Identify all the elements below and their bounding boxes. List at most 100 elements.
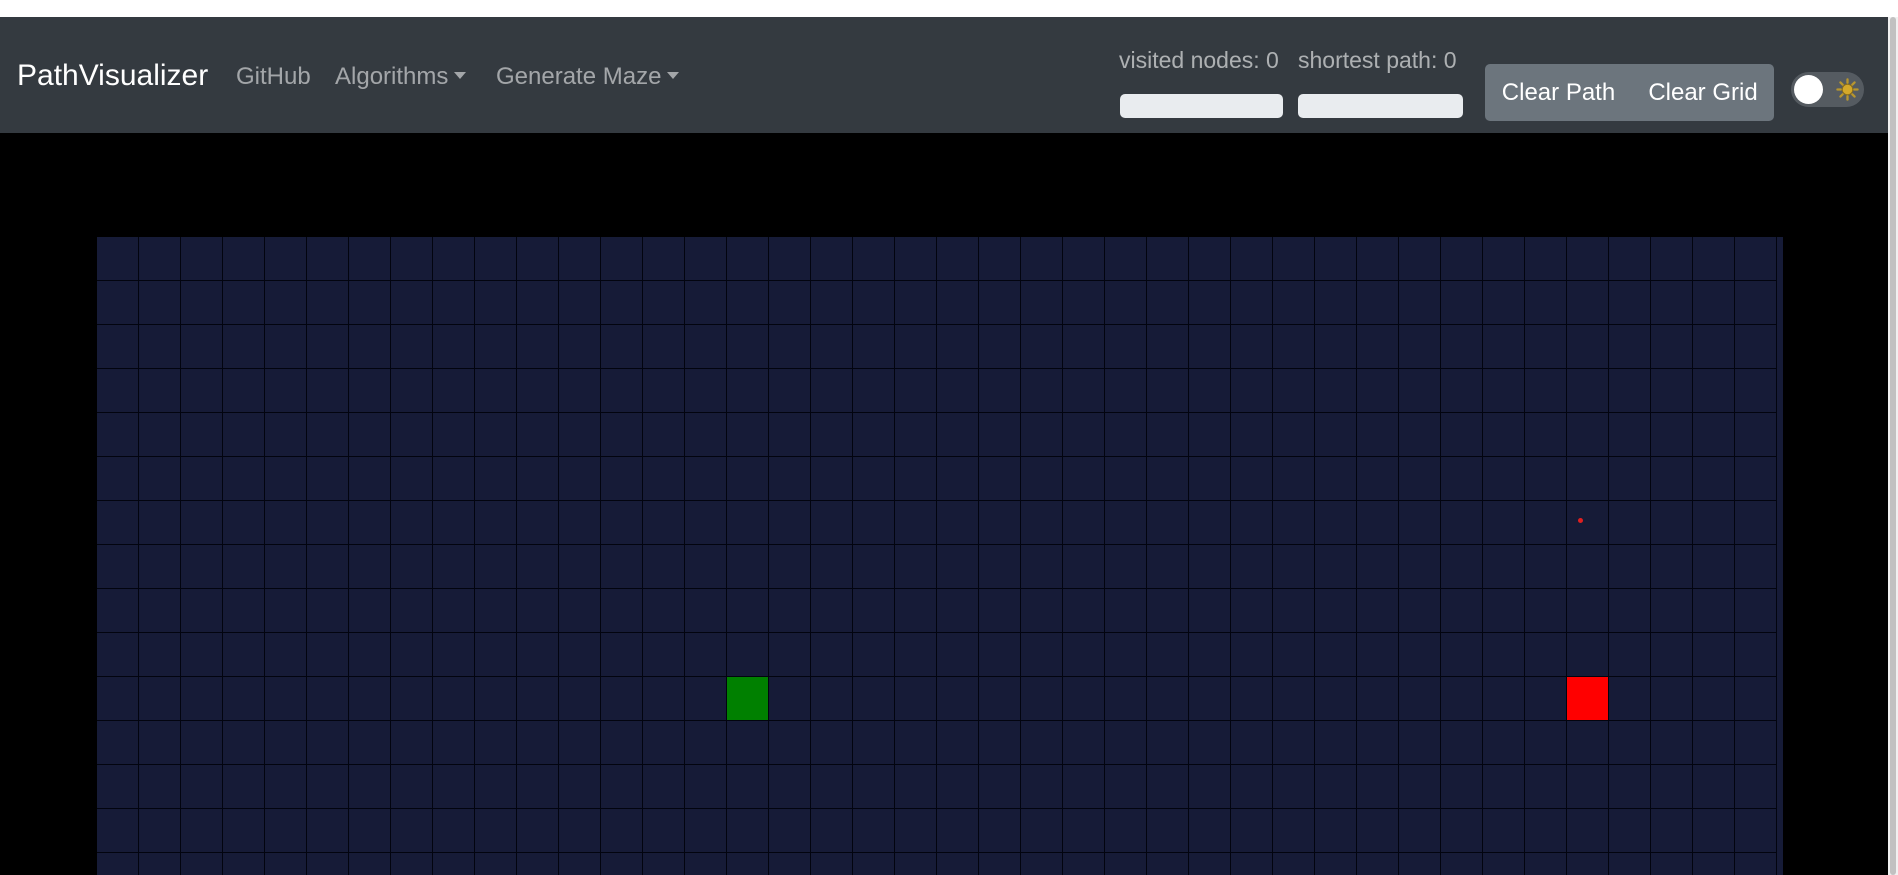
grid-cell[interactable]: [1273, 765, 1315, 809]
grid-cell[interactable]: [1399, 413, 1441, 457]
grid-cell[interactable]: [937, 765, 979, 809]
grid-cell[interactable]: [517, 589, 559, 633]
grid-cell[interactable]: [1735, 281, 1777, 325]
grid-cell[interactable]: [1189, 325, 1231, 369]
clear-grid-button[interactable]: Clear Grid: [1632, 64, 1774, 121]
grid-cell[interactable]: [97, 369, 139, 413]
grid-cell[interactable]: [601, 809, 643, 853]
grid-cell[interactable]: [1399, 589, 1441, 633]
grid-cell[interactable]: [1399, 853, 1441, 875]
grid-cell[interactable]: [1231, 633, 1273, 677]
grid-cell[interactable]: [1651, 281, 1693, 325]
grid-cell[interactable]: [1609, 853, 1651, 875]
target-node[interactable]: [1567, 677, 1608, 720]
grid-cell[interactable]: [1147, 545, 1189, 589]
grid-cell[interactable]: [1315, 545, 1357, 589]
grid-cell[interactable]: [1651, 501, 1693, 545]
grid-cell[interactable]: [349, 809, 391, 853]
grid-cell[interactable]: [1735, 501, 1777, 545]
grid-cell[interactable]: [727, 853, 769, 875]
grid-cell[interactable]: [1273, 325, 1315, 369]
grid-cell[interactable]: [559, 413, 601, 457]
grid-cell[interactable]: [349, 589, 391, 633]
grid-cell[interactable]: [1735, 325, 1777, 369]
grid-cell[interactable]: [1357, 545, 1399, 589]
grid-cell[interactable]: [1063, 853, 1105, 875]
grid-cell[interactable]: [1651, 589, 1693, 633]
grid-cell[interactable]: [265, 281, 307, 325]
grid-cell[interactable]: [1693, 633, 1735, 677]
grid-cell[interactable]: [811, 633, 853, 677]
grid-cell[interactable]: [223, 721, 265, 765]
grid-cell[interactable]: [1609, 501, 1651, 545]
grid-cell[interactable]: [1399, 765, 1441, 809]
grid-cell[interactable]: [1357, 853, 1399, 875]
grid-cell[interactable]: [1693, 721, 1735, 765]
grid-cell[interactable]: [1693, 677, 1735, 721]
grid-cell[interactable]: [1525, 545, 1567, 589]
grid-cell[interactable]: [1273, 589, 1315, 633]
grid-cell[interactable]: [1147, 677, 1189, 721]
grid-cell[interactable]: [853, 765, 895, 809]
grid-cell[interactable]: [1105, 545, 1147, 589]
grid-cell[interactable]: [517, 369, 559, 413]
grid-cell[interactable]: [1357, 369, 1399, 413]
grid-cell[interactable]: [1105, 281, 1147, 325]
grid-cell[interactable]: [1315, 501, 1357, 545]
grid-cell[interactable]: [1693, 545, 1735, 589]
grid-cell[interactable]: [223, 677, 265, 721]
grid-cell[interactable]: [1693, 765, 1735, 809]
grid-cell[interactable]: [769, 677, 811, 721]
grid-cell[interactable]: [1063, 633, 1105, 677]
grid-cell[interactable]: [1021, 633, 1063, 677]
grid-cell[interactable]: [391, 809, 433, 853]
grid-cell[interactable]: [139, 457, 181, 501]
grid-cell[interactable]: [979, 325, 1021, 369]
grid-cell[interactable]: [223, 413, 265, 457]
grid-cell[interactable]: [1567, 721, 1609, 765]
grid-cell[interactable]: [307, 501, 349, 545]
grid-cell[interactable]: [139, 589, 181, 633]
grid-cell[interactable]: [1735, 721, 1777, 765]
grid-cell[interactable]: [727, 369, 769, 413]
grid-cell[interactable]: [181, 721, 223, 765]
brand-title[interactable]: PathVisualizer: [17, 58, 208, 94]
grid-cell[interactable]: [181, 853, 223, 875]
grid-cell[interactable]: [685, 413, 727, 457]
grid-cell[interactable]: [1105, 589, 1147, 633]
grid-cell[interactable]: [97, 325, 139, 369]
grid-cell[interactable]: [643, 501, 685, 545]
grid-cell[interactable]: [1315, 281, 1357, 325]
grid-cell[interactable]: [1525, 501, 1567, 545]
grid-cell[interactable]: [769, 369, 811, 413]
grid-cell[interactable]: [643, 325, 685, 369]
grid-cell[interactable]: [811, 501, 853, 545]
grid-cell[interactable]: [769, 413, 811, 457]
grid-cell[interactable]: [1399, 325, 1441, 369]
grid-cell[interactable]: [475, 501, 517, 545]
grid-cell[interactable]: [559, 677, 601, 721]
grid-cell[interactable]: [223, 545, 265, 589]
grid-cell[interactable]: [1483, 281, 1525, 325]
grid-cell[interactable]: [685, 369, 727, 413]
grid-cell[interactable]: [1735, 457, 1777, 501]
grid-cell[interactable]: [475, 853, 517, 875]
grid-cell[interactable]: [139, 369, 181, 413]
grid-cell[interactable]: [1693, 281, 1735, 325]
grid-cell[interactable]: [1315, 633, 1357, 677]
grid-cell[interactable]: [853, 853, 895, 875]
grid-cell[interactable]: [349, 369, 391, 413]
grid-cell[interactable]: [265, 237, 307, 281]
grid-cell[interactable]: [643, 237, 685, 281]
grid-cell[interactable]: [1105, 501, 1147, 545]
grid-cell[interactable]: [1567, 809, 1609, 853]
grid-cell[interactable]: [1105, 457, 1147, 501]
grid-cell[interactable]: [391, 633, 433, 677]
grid-cell[interactable]: [643, 545, 685, 589]
grid-cell[interactable]: [1315, 809, 1357, 853]
grid-cell[interactable]: [1525, 853, 1567, 875]
grid-cell[interactable]: [853, 501, 895, 545]
grid-cell[interactable]: [811, 721, 853, 765]
grid-cell[interactable]: [1567, 457, 1609, 501]
grid-cell[interactable]: [265, 721, 307, 765]
